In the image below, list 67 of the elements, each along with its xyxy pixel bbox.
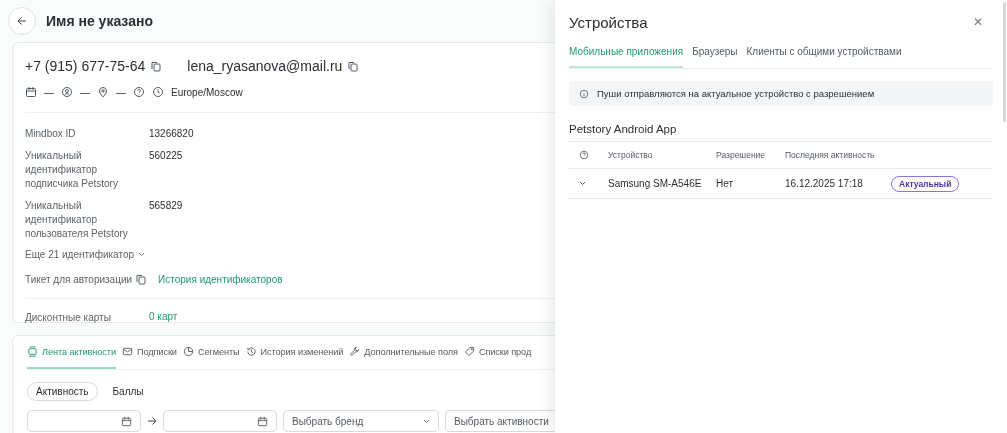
wrench-icon [349, 346, 361, 357]
birthday-value: — [44, 86, 54, 98]
more-identifiers-toggle[interactable]: Еще 21 идентификатор [25, 249, 146, 260]
device-tab[interactable]: Мобильные приложения [569, 46, 684, 68]
page-title: Имя не указано [46, 13, 153, 29]
calendar-icon [25, 86, 37, 98]
notice-text: Пуши отправляются на актуальное устройство с разрешением [597, 88, 875, 99]
column-header: Последняя активность [785, 150, 876, 160]
mail-icon [121, 346, 133, 357]
date-to-field[interactable] [163, 410, 277, 432]
column-header: Разрешение [716, 150, 767, 160]
location-pin-icon [97, 86, 109, 98]
identifier-history-link[interactable]: История идентификаторов [158, 274, 283, 285]
identifier-value: 13266820 [149, 127, 195, 141]
profile-tab[interactable]: Сегменты [182, 336, 240, 369]
profile-tab[interactable]: Лента активности [27, 336, 116, 369]
pie-chart-icon [182, 346, 194, 357]
tag-icon [463, 346, 475, 357]
calendar-icon [121, 415, 132, 427]
app-title: Petstory Android App [569, 123, 993, 142]
device-tab[interactable]: Клиенты с общими устройствами [746, 46, 902, 68]
clock-icon [152, 86, 164, 98]
identifier-label: Mindbox ID [25, 127, 77, 141]
identifier-value: 560225 [149, 149, 184, 163]
copy-icon[interactable] [151, 60, 162, 72]
activity-select[interactable]: Выбрать активности [445, 410, 555, 432]
identifier-value: 565829 [149, 199, 184, 213]
person-icon [61, 86, 73, 98]
profile-tab[interactable]: Подписки [121, 336, 177, 369]
last-activity: 16.12.2025 17:18 [785, 178, 864, 189]
chevron-down-icon[interactable] [579, 181, 586, 186]
calendar-icon [257, 415, 268, 427]
history-icon [245, 346, 257, 357]
chevron-down-icon [423, 418, 430, 424]
auth-ticket-label: Тикет для авторизации [25, 274, 133, 285]
profile-tab[interactable]: Дополнительные поля [349, 336, 458, 369]
back-arrow-icon [17, 16, 27, 26]
gender-value: — [80, 86, 90, 98]
arrow-right-icon [147, 416, 157, 426]
permission-value: Нет [716, 178, 735, 189]
location-value: — [116, 86, 126, 98]
monitor-icon [27, 346, 38, 357]
profile-tab[interactable]: История изменений [245, 336, 344, 369]
copy-icon[interactable] [348, 60, 359, 72]
phone-number: +7 (915) 677-75-64 [25, 58, 146, 74]
profile-tab[interactable]: Списки прод [463, 336, 532, 369]
close-button[interactable]: ✕ [973, 14, 993, 29]
identifier-label: Уникальный идентификатор подписчика Petstory [25, 149, 119, 191]
timezone: Europe/Moscow [171, 86, 243, 98]
chevron-down-icon [138, 252, 146, 257]
device-name: Samsung SM-A546E [608, 178, 703, 189]
copy-icon[interactable] [136, 274, 147, 285]
subtab[interactable]: Активность [27, 382, 98, 401]
discount-cards-label: Дисконтные карты [25, 311, 112, 325]
back-button[interactable] [8, 7, 36, 35]
date-from-field[interactable] [27, 410, 141, 432]
discount-cards-link[interactable]: 0 карт [149, 311, 555, 325]
subtab[interactable]: Баллы [103, 382, 153, 401]
email-address: lena_ryasanova@mail.ru [187, 58, 343, 74]
device-tab[interactable]: Браузеры [692, 46, 738, 68]
brand-select[interactable]: Выбрать бренд [283, 410, 439, 432]
help-icon [133, 86, 145, 98]
info-icon [579, 88, 589, 99]
drawer-title: Устройства [569, 14, 648, 31]
identifier-label: Уникальный идентификатор пользователя Petstory [25, 199, 129, 241]
help-icon [579, 150, 589, 160]
column-header: Устройство [608, 150, 654, 160]
